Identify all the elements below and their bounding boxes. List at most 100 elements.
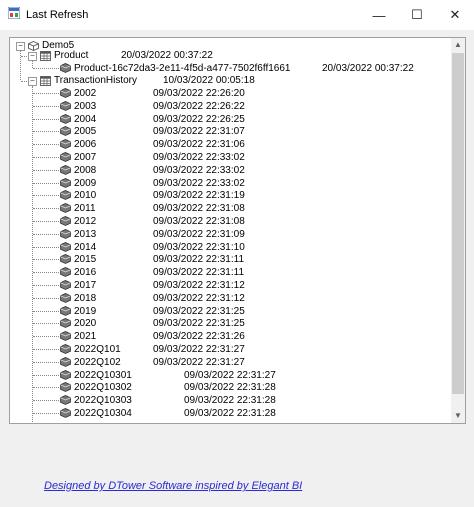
tree-partition-label[interactable]: 2022Q10302 [74,381,132,394]
tree-partition-label[interactable]: 2008 [74,164,96,177]
scrollbar-thumb[interactable] [452,53,464,394]
credits-link[interactable]: Designed by DTower Software inspired by … [44,480,302,492]
tree-connector [20,50,21,80]
refresh-timestamp: 09/03/2022 22:31:06 [153,139,245,151]
refresh-timestamp: 09/03/2022 22:31:27 [184,369,276,381]
partition-icon [60,63,71,73]
refresh-timestamp: 09/03/2022 22:31:25 [153,318,245,330]
tree-connector [33,157,59,158]
tree-partition-label[interactable]: 2022Q10303 [74,394,132,407]
database-icon [28,41,39,51]
tree-connector [33,310,59,312]
tree-connector [33,144,59,146]
partition-icon [60,113,71,124]
tree-connector [33,68,59,69]
partition-icon [60,344,71,354]
tree-partition-label[interactable]: 2005 [74,125,96,138]
partition-icon [60,292,71,303]
partition-icon [60,203,71,214]
tree-partition-label[interactable]: 2003 [74,100,96,113]
refresh-timestamp: 09/03/2022 22:31:08 [153,216,245,227]
partition-icon [60,382,71,393]
refresh-timestamp: 09/03/2022 22:26:22 [153,100,245,112]
partition-icon [60,369,71,380]
tree-partition-label[interactable]: 2017 [74,279,96,292]
vertical-scrollbar[interactable]: ▲ ▼ [451,37,466,424]
tree-partition-label[interactable]: 2019 [74,305,96,318]
tree-partition-label[interactable]: 2010 [74,189,96,202]
partition-icon [60,305,71,316]
refresh-timestamp: 09/03/2022 22:31:11 [153,254,245,266]
maximize-button[interactable]: ☐ [398,0,436,30]
partition-icon [60,254,71,265]
refresh-tree-view[interactable]: − Demo5 − Product 20/03/2022 00:37:22 Pr… [9,37,452,424]
tree-partition-label[interactable]: 2013 [74,228,96,241]
refresh-timestamp: 09/03/2022 22:31:27 [153,344,245,355]
tree-partition-label[interactable]: 2009 [74,177,96,190]
tree-connector [33,413,59,414]
partition-icon [60,88,71,98]
partition-icon [60,100,71,111]
tree-partition-label[interactable]: 2002 [74,87,96,100]
tree-connector [33,93,59,94]
partition-icon [60,177,71,188]
tree-table-label[interactable]: Product [54,49,88,62]
tree-connector [33,374,59,376]
tree-connector [33,349,59,350]
tree-connector [33,400,59,402]
tree-partition-label[interactable]: 2006 [74,138,96,151]
partition-icon [60,267,71,278]
tree-connector [33,272,59,274]
tree-partition-label[interactable]: 2014 [74,241,96,254]
refresh-timestamp: 09/03/2022 22:31:10 [153,241,245,253]
refresh-timestamp: 09/03/2022 22:31:08 [153,203,245,215]
tree-connector [33,118,59,120]
tree-partition-label[interactable]: 2021 [74,330,96,343]
refresh-timestamp: 09/03/2022 22:31:28 [184,395,276,407]
partition-icon [60,139,71,150]
tree-connector [33,182,59,184]
refresh-timestamp: 09/03/2022 22:26:20 [153,88,245,99]
partition-icon [60,216,71,226]
tree-partition-label[interactable]: 2022Q101 [74,343,121,356]
scroll-up-arrow-icon[interactable]: ▲ [451,38,465,52]
tree-partition-label[interactable]: 2020 [74,317,96,330]
tree-table-label[interactable]: TransactionHistory [54,74,137,87]
tree-connector [33,221,59,222]
tree-partition-label[interactable]: 2018 [74,292,96,305]
refresh-timestamp: 09/03/2022 22:31:26 [153,331,245,343]
tree-connector [33,259,59,261]
tree-partition-label[interactable]: 2022Q10301 [74,369,132,382]
tree-connector [33,195,59,197]
tree-partition-label[interactable]: 2022Q10304 [74,407,132,420]
tree-connector [33,131,59,133]
refresh-timestamp: 09/03/2022 22:31:25 [153,305,245,317]
refresh-timestamp: 09/03/2022 22:31:19 [153,190,245,202]
window-title: Last Refresh [26,9,89,21]
refresh-timestamp: 09/03/2022 22:31:07 [153,126,245,138]
tree-partition-label[interactable]: 2004 [74,113,96,126]
scroll-down-arrow-icon[interactable]: ▼ [451,409,465,423]
tree-partition-label[interactable]: 2016 [74,266,96,279]
tree-connector [33,336,59,338]
close-button[interactable]: ✕ [436,0,474,30]
tree-partition-label[interactable]: 2012 [74,215,96,228]
tree-partition-label[interactable]: 2022Q102 [74,356,121,369]
app-icon [8,7,20,19]
tree-partition-label[interactable]: 2007 [74,151,96,164]
partition-icon [60,280,71,290]
tree-partition-label[interactable]: 2011 [74,202,96,215]
minimize-button[interactable]: — [360,0,398,30]
refresh-timestamp: 09/03/2022 22:31:27 [153,356,245,368]
refresh-timestamp: 09/03/2022 22:31:11 [153,267,245,279]
title-bar: Last Refresh — ☐ ✕ [0,0,474,30]
partition-icon [60,152,71,162]
transactionhistory-collapse-toggle[interactable]: − [28,77,37,86]
tree-partition-label[interactable]: 2015 [74,253,96,266]
tree-connector [33,285,59,286]
refresh-timestamp: 09/03/2022 22:31:12 [153,280,245,291]
partition-icon [60,395,71,406]
partition-icon [60,241,71,252]
tree-connector [33,387,59,389]
partition-icon [60,126,71,137]
